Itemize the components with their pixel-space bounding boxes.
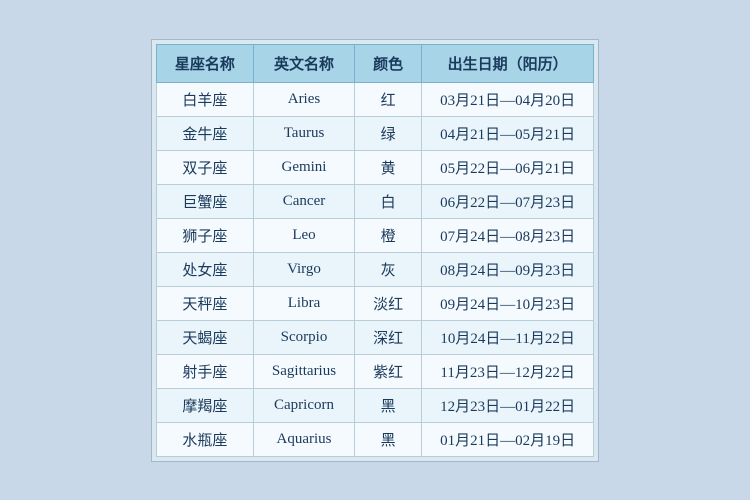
- cell-color: 紫红: [355, 354, 422, 388]
- table-row: 处女座Virgo灰08月24日—09月23日: [156, 252, 593, 286]
- cell-color: 绿: [355, 116, 422, 150]
- cell-color: 淡红: [355, 286, 422, 320]
- cell-english-name: Aries: [253, 82, 354, 116]
- cell-dates: 11月23日—12月22日: [422, 354, 594, 388]
- cell-dates: 07月24日—08月23日: [422, 218, 594, 252]
- cell-chinese-name: 金牛座: [156, 116, 253, 150]
- cell-english-name: Virgo: [253, 252, 354, 286]
- table-row: 天蝎座Scorpio深红10月24日—11月22日: [156, 320, 593, 354]
- cell-english-name: Sagittarius: [253, 354, 354, 388]
- cell-color: 深红: [355, 320, 422, 354]
- cell-color: 白: [355, 184, 422, 218]
- cell-english-name: Gemini: [253, 150, 354, 184]
- cell-color: 灰: [355, 252, 422, 286]
- cell-color: 橙: [355, 218, 422, 252]
- header-color: 颜色: [355, 44, 422, 82]
- cell-dates: 01月21日—02月19日: [422, 422, 594, 456]
- table-header-row: 星座名称 英文名称 颜色 出生日期（阳历）: [156, 44, 593, 82]
- cell-english-name: Capricorn: [253, 388, 354, 422]
- cell-dates: 09月24日—10月23日: [422, 286, 594, 320]
- cell-chinese-name: 巨蟹座: [156, 184, 253, 218]
- cell-english-name: Aquarius: [253, 422, 354, 456]
- cell-english-name: Cancer: [253, 184, 354, 218]
- cell-chinese-name: 水瓶座: [156, 422, 253, 456]
- cell-chinese-name: 摩羯座: [156, 388, 253, 422]
- cell-color: 黑: [355, 388, 422, 422]
- table-row: 白羊座Aries红03月21日—04月20日: [156, 82, 593, 116]
- cell-dates: 03月21日—04月20日: [422, 82, 594, 116]
- zodiac-table-container: 星座名称 英文名称 颜色 出生日期（阳历） 白羊座Aries红03月21日—04…: [151, 39, 599, 462]
- header-english-name: 英文名称: [253, 44, 354, 82]
- cell-dates: 08月24日—09月23日: [422, 252, 594, 286]
- cell-dates: 05月22日—06月21日: [422, 150, 594, 184]
- table-row: 巨蟹座Cancer白06月22日—07月23日: [156, 184, 593, 218]
- cell-dates: 12月23日—01月22日: [422, 388, 594, 422]
- table-row: 金牛座Taurus绿04月21日—05月21日: [156, 116, 593, 150]
- cell-chinese-name: 天秤座: [156, 286, 253, 320]
- zodiac-table: 星座名称 英文名称 颜色 出生日期（阳历） 白羊座Aries红03月21日—04…: [156, 44, 594, 457]
- cell-dates: 04月21日—05月21日: [422, 116, 594, 150]
- table-row: 狮子座Leo橙07月24日—08月23日: [156, 218, 593, 252]
- cell-chinese-name: 处女座: [156, 252, 253, 286]
- header-dates: 出生日期（阳历）: [422, 44, 594, 82]
- cell-chinese-name: 狮子座: [156, 218, 253, 252]
- cell-english-name: Libra: [253, 286, 354, 320]
- cell-dates: 06月22日—07月23日: [422, 184, 594, 218]
- cell-chinese-name: 天蝎座: [156, 320, 253, 354]
- header-chinese-name: 星座名称: [156, 44, 253, 82]
- cell-color: 黄: [355, 150, 422, 184]
- table-row: 射手座Sagittarius紫红11月23日—12月22日: [156, 354, 593, 388]
- cell-color: 黑: [355, 422, 422, 456]
- table-row: 天秤座Libra淡红09月24日—10月23日: [156, 286, 593, 320]
- table-row: 双子座Gemini黄05月22日—06月21日: [156, 150, 593, 184]
- cell-english-name: Leo: [253, 218, 354, 252]
- cell-chinese-name: 双子座: [156, 150, 253, 184]
- cell-chinese-name: 白羊座: [156, 82, 253, 116]
- cell-color: 红: [355, 82, 422, 116]
- cell-dates: 10月24日—11月22日: [422, 320, 594, 354]
- cell-english-name: Taurus: [253, 116, 354, 150]
- table-row: 摩羯座Capricorn黑12月23日—01月22日: [156, 388, 593, 422]
- cell-chinese-name: 射手座: [156, 354, 253, 388]
- table-row: 水瓶座Aquarius黑01月21日—02月19日: [156, 422, 593, 456]
- cell-english-name: Scorpio: [253, 320, 354, 354]
